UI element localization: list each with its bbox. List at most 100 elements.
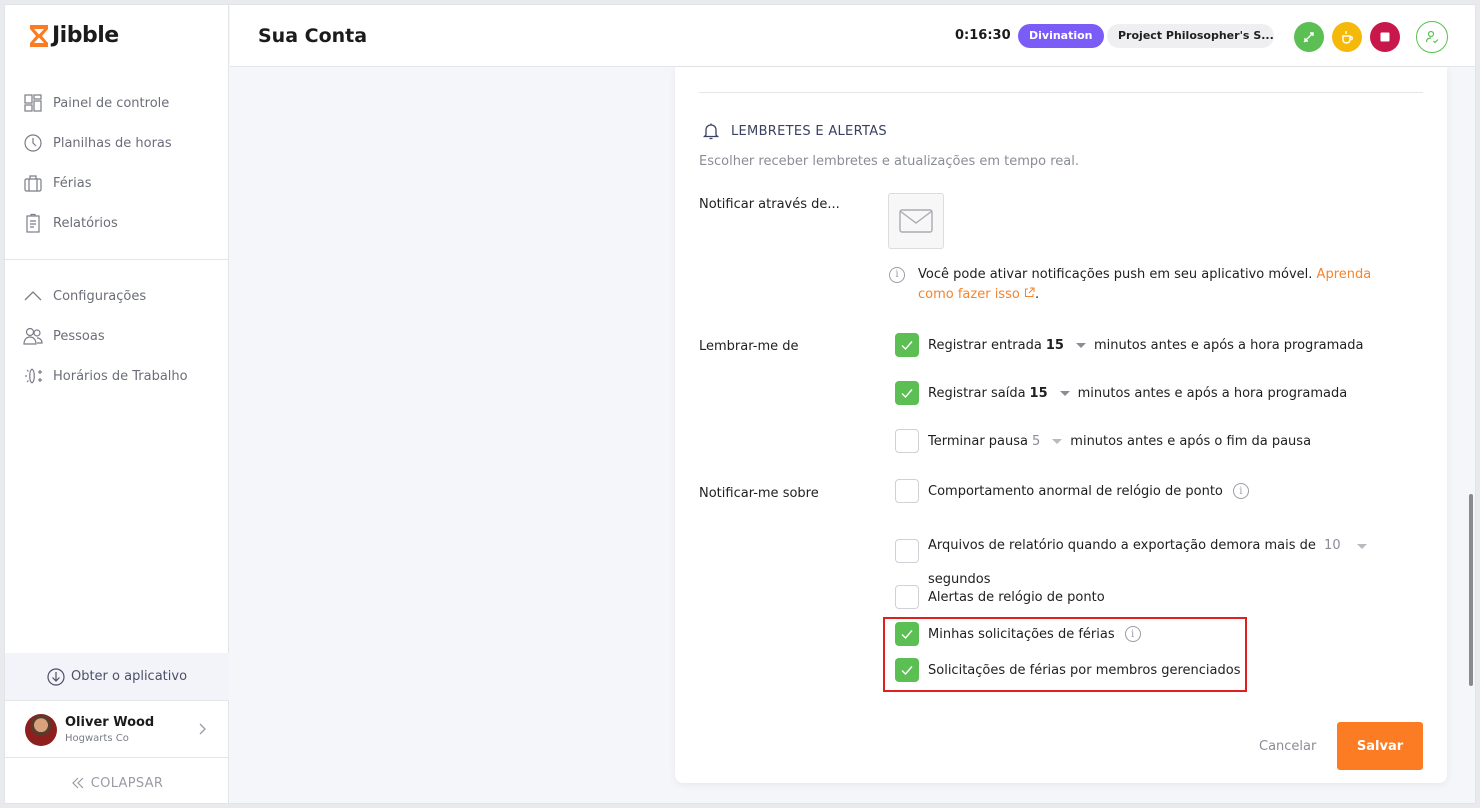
notify-clock-alerts: Alertas de relógio de ponto	[895, 585, 1105, 609]
chevron-right-icon	[199, 723, 206, 735]
envelope-icon	[899, 209, 933, 233]
highlight-annotation-box	[883, 617, 1247, 692]
section-title: LEMBRETES E ALERTAS	[731, 123, 887, 139]
collapse-label: COLAPSAR	[90, 775, 164, 791]
stop-timer-button[interactable]	[1370, 22, 1400, 52]
minutes-value[interactable]: 15	[1030, 386, 1048, 401]
info-icon: i	[889, 267, 905, 283]
sidebar-item-label: Pessoas	[53, 328, 105, 344]
project-badge[interactable]: Project Philosopher's S...	[1107, 24, 1274, 48]
notify-about-label: Notificar-me sobre	[699, 486, 819, 501]
user-name: Oliver Wood	[65, 715, 155, 730]
chevron-up-icon	[24, 291, 42, 301]
download-icon	[47, 667, 65, 686]
cancel-button[interactable]: Cancelar	[1259, 739, 1316, 754]
activity-badge[interactable]: Divination	[1018, 24, 1104, 48]
sidebar-item-timesheets[interactable]: Planilhas de horas	[5, 123, 229, 163]
checkbox-clock-in[interactable]	[895, 333, 919, 357]
email-channel-toggle[interactable]	[888, 193, 944, 249]
checkbox-end-break[interactable]	[895, 429, 919, 453]
remind-me-label: Lembrar-me de	[699, 339, 799, 354]
get-app-label: Obter o aplicativo	[70, 669, 188, 684]
top-header: Sua Conta 0:16:30 Divination Project Phi…	[230, 5, 1475, 67]
hourglass-logo-icon	[30, 24, 48, 47]
save-button[interactable]: Salvar	[1337, 722, 1423, 770]
push-note-suffix: .	[1034, 287, 1040, 302]
push-note-text: Você pode ativar notificações push em se…	[918, 267, 1313, 282]
user-check-icon	[1425, 30, 1439, 44]
minutes-value[interactable]: 5	[1032, 434, 1040, 449]
info-icon[interactable]: i	[1232, 483, 1249, 499]
avatar	[25, 713, 57, 746]
brand-name: Jibble	[52, 23, 119, 48]
sidebar-item-dashboard[interactable]: Painel de controle	[5, 83, 229, 123]
notify-via-label: Notificar através de...	[699, 197, 840, 212]
checkbox-clock-out[interactable]	[895, 381, 919, 405]
double-chevron-left-icon	[71, 777, 84, 789]
checkbox-abnormal-clock[interactable]	[895, 479, 919, 503]
sidebar-item-label: Planilhas de horas	[53, 135, 172, 151]
stop-icon	[1380, 32, 1390, 42]
profile-button[interactable]	[1416, 21, 1448, 53]
people-icon	[23, 327, 43, 345]
user-organization: Hogwarts Co	[65, 733, 129, 744]
check-icon	[901, 341, 913, 351]
section-divider	[699, 92, 1423, 93]
checkbox-clock-alerts[interactable]	[895, 585, 919, 609]
bell-icon	[702, 123, 720, 140]
reminder-suffix: minutos antes e após a hora programada	[1077, 385, 1348, 401]
settings-card: LEMBRETES E ALERTAS Escolher receber lem…	[675, 67, 1447, 783]
app-window: Jibble Painel de controle Planilhas de h…	[4, 4, 1476, 804]
sidebar-item-label: Horários de Trabalho	[53, 368, 188, 384]
reminder-suffix: minutos antes e após a hora programada	[1093, 337, 1364, 353]
jibble-logo[interactable]: Jibble	[29, 23, 119, 48]
reminder-label: Registrar entrada	[928, 337, 1042, 353]
suitcase-icon	[24, 175, 42, 192]
switch-activity-button[interactable]	[1294, 22, 1324, 52]
timer-readout: 0:16:30	[955, 28, 1011, 43]
caret-down-icon[interactable]	[1075, 342, 1086, 348]
sidebar-item-label: Relatórios	[53, 215, 118, 231]
caret-down-icon[interactable]	[1356, 544, 1367, 549]
checkbox-report-files[interactable]	[895, 539, 919, 563]
get-app-button[interactable]: Obter o aplicativo	[5, 653, 229, 701]
switch-icon	[1303, 32, 1314, 43]
sidebar-item-label: Férias	[53, 175, 92, 191]
notify-label: Arquivos de relatório quando a exportaçã…	[928, 538, 1316, 553]
page-title: Sua Conta	[258, 25, 368, 47]
notify-abnormal-clock: Comportamento anormal de relógio de pont…	[895, 479, 1249, 503]
sidebar-item-reports[interactable]: Relatórios	[5, 203, 229, 243]
reminder-clock-out: Registrar saída 15 minutos antes e após …	[895, 381, 1347, 405]
break-button[interactable]	[1332, 22, 1362, 52]
push-notification-note: i Você pode ativar notificações push em …	[889, 265, 1409, 305]
reminder-label: Registrar saída	[928, 385, 1026, 401]
collapse-sidebar-button[interactable]: COLAPSAR	[5, 765, 229, 801]
coffee-cup-icon	[1342, 31, 1353, 44]
page-scrollbar[interactable]	[1469, 494, 1473, 686]
section-header: LEMBRETES E ALERTAS	[701, 121, 887, 141]
sidebar-group-settings[interactable]: Configurações	[5, 276, 229, 316]
caret-down-icon[interactable]	[1059, 390, 1070, 396]
caret-down-icon[interactable]	[1052, 438, 1063, 444]
notify-label: Alertas de relógio de ponto	[928, 589, 1105, 605]
sidebar-item-label: Configurações	[53, 288, 147, 304]
sidebar: Jibble Painel de controle Planilhas de h…	[5, 5, 229, 803]
sidebar-item-time-off[interactable]: Férias	[5, 163, 229, 203]
sidebar-item-label: Painel de controle	[53, 95, 170, 111]
external-link-icon	[1024, 287, 1035, 297]
seconds-value[interactable]: 10	[1324, 538, 1341, 553]
sidebar-divider	[5, 259, 229, 260]
notify-label: Comportamento anormal de relógio de pont…	[928, 483, 1223, 499]
sidebar-nav: Painel de controle Planilhas de horas Fé…	[5, 83, 229, 396]
minutes-value[interactable]: 15	[1046, 338, 1064, 353]
clipboard-icon	[26, 213, 40, 233]
reminder-label: Terminar pausa	[928, 433, 1029, 449]
sidebar-item-people[interactable]: Pessoas	[5, 316, 229, 356]
reminder-clock-in: Registrar entrada 15 minutos antes e apó…	[895, 333, 1363, 357]
reminder-end-break: Terminar pausa 5 minutos antes e após o …	[895, 429, 1311, 453]
reminder-suffix: minutos antes e após o fim da pausa	[1070, 433, 1312, 449]
clock-icon	[24, 134, 42, 152]
sidebar-item-work-schedules[interactable]: Horários de Trabalho	[5, 356, 229, 396]
user-profile[interactable]: Oliver Wood Hogwarts Co	[5, 702, 229, 758]
check-icon	[901, 389, 913, 399]
